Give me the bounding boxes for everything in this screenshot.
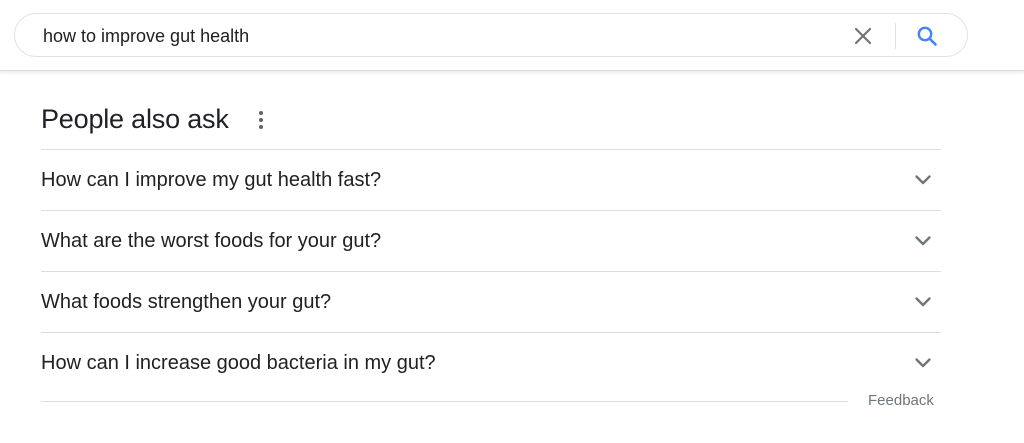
paa-footer-divider (41, 401, 848, 402)
search-header: how to improve gut health (0, 0, 1024, 71)
paa-question-item[interactable]: What are the worst foods for your gut? (41, 211, 941, 272)
paa-question-text: How can I increase good bacteria in my g… (41, 352, 436, 374)
paa-question-text: How can I improve my gut health fast? (41, 169, 382, 191)
chevron-down-icon (915, 297, 931, 307)
chevron-down-icon (915, 358, 931, 368)
clear-search-button[interactable] (851, 24, 875, 48)
search-icon (917, 26, 937, 46)
paa-more-options-button[interactable] (251, 108, 271, 132)
paa-question-list: How can I improve my gut health fast? Wh… (41, 149, 941, 393)
paa-question-item[interactable]: How can I improve my gut health fast? (41, 150, 941, 211)
paa-heading-row: People also ask (41, 94, 941, 149)
paa-title: People also ask (41, 104, 229, 134)
chevron-down-icon (915, 175, 931, 185)
feedback-link[interactable]: Feedback (868, 392, 934, 410)
search-button[interactable] (915, 24, 939, 48)
search-input[interactable]: how to improve gut health (43, 14, 249, 58)
people-also-ask-section: People also ask How can I improve my gut… (41, 94, 941, 393)
paa-question-item[interactable]: How can I increase good bacteria in my g… (41, 333, 941, 393)
paa-question-text: What are the worst foods for your gut? (41, 230, 382, 252)
paa-question-item[interactable]: What foods strengthen your gut? (41, 272, 941, 333)
chevron-down-icon (915, 236, 931, 246)
search-box-divider (895, 23, 896, 49)
paa-question-text: What foods strengthen your gut? (41, 291, 332, 313)
more-vert-icon (259, 111, 263, 129)
close-icon (854, 27, 872, 45)
search-box[interactable]: how to improve gut health (14, 13, 968, 57)
